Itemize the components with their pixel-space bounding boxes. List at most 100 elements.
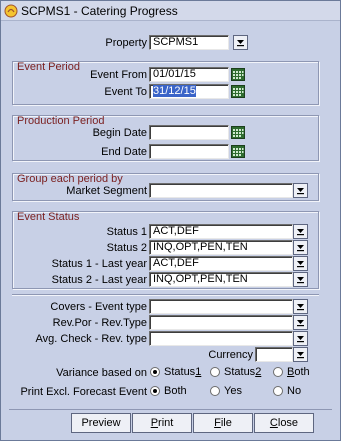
calendar-icon <box>230 126 245 139</box>
market-segment-field[interactable] <box>149 183 293 198</box>
print-button-label: rint <box>158 417 174 429</box>
close-button[interactable]: Close <box>254 413 314 433</box>
currency-lookup-button[interactable] <box>293 347 308 362</box>
event-to-calendar-button[interactable] <box>230 84 245 99</box>
radio-label: Status <box>164 366 196 378</box>
print-button-key: P <box>150 417 159 429</box>
avg-check-rev-type-label: Avg. Check - Rev. type <box>35 333 147 345</box>
download-arrow-icon <box>297 277 304 284</box>
radio-label-key: 1 <box>195 366 202 378</box>
avg-check-rev-type-field[interactable] <box>149 331 293 346</box>
radio-dot-icon <box>150 367 160 377</box>
download-arrow-icon <box>237 40 244 47</box>
file-button[interactable]: File <box>193 413 253 433</box>
begin-date-label: Begin Date <box>92 127 147 139</box>
status2-last-year-label: Status 2 - Last year <box>51 274 147 286</box>
status1-last-year-lookup-button[interactable] <box>293 256 308 271</box>
download-arrow-icon <box>297 261 304 268</box>
radio-label-key: B <box>287 366 295 378</box>
radio-label: Status <box>224 366 256 378</box>
production-period-title: Production Period <box>17 115 105 127</box>
print-button[interactable]: Print <box>132 413 192 433</box>
status1-lookup-button[interactable] <box>293 224 308 239</box>
currency-label: Currency <box>208 349 253 361</box>
avg-check-rev-type-lookup-button[interactable] <box>293 331 308 346</box>
download-arrow-icon <box>297 336 304 343</box>
radio-label: Yes <box>224 385 242 397</box>
variance-status2-radio[interactable]: Status 2 <box>210 366 261 378</box>
preview-button-label: Preview <box>81 417 121 429</box>
property-lookup-button[interactable] <box>233 35 248 50</box>
status2-lookup-button[interactable] <box>293 240 308 255</box>
separator <box>12 294 319 295</box>
status2-label: Status 2 <box>106 242 147 254</box>
print-excl-both-radio[interactable]: Both <box>150 385 187 397</box>
rev-por-rev-type-field[interactable] <box>149 315 293 330</box>
status1-field[interactable]: ACT,DEF <box>149 224 293 239</box>
event-to-field[interactable]: 31/12/15 <box>149 84 229 99</box>
title-bar: SCPMS1 - Catering Progress <box>1 1 340 21</box>
status1-last-year-label: Status 1 - Last year <box>51 258 147 270</box>
covers-event-type-field[interactable] <box>149 299 293 314</box>
property-label: Property <box>105 37 147 49</box>
report-parameters-panel: Property SCPMS1 Event Period Event From … <box>9 23 332 405</box>
radio-dot-icon <box>210 386 220 396</box>
rev-por-rev-type-label: Rev.Por - Rev.Type <box>52 317 147 329</box>
download-arrow-icon <box>297 188 304 195</box>
window-title: SCPMS1 - Catering Progress <box>21 3 178 18</box>
app-icon <box>4 4 18 18</box>
status2-field[interactable]: INQ,OPT,PEN,TEN <box>149 240 293 255</box>
currency-field[interactable] <box>255 347 293 362</box>
radio-label: oth <box>294 366 310 378</box>
button-bar: Preview Print File Close <box>9 409 332 435</box>
covers-event-type-lookup-button[interactable] <box>293 299 308 314</box>
radio-label-key: 2 <box>255 366 262 378</box>
radio-label: No <box>287 385 302 397</box>
download-arrow-icon <box>297 229 304 236</box>
end-date-label: End Date <box>101 146 147 158</box>
radio-label: Both <box>164 385 187 397</box>
event-to-label: Event To <box>104 86 147 98</box>
file-button-label: ile <box>220 417 232 429</box>
begin-date-field[interactable] <box>149 125 229 140</box>
covers-event-type-label: Covers - Event type <box>50 301 147 313</box>
status1-label: Status 1 <box>106 226 147 238</box>
variance-label: Variance based on <box>56 367 147 379</box>
status2-last-year-lookup-button[interactable] <box>293 272 308 287</box>
property-field[interactable]: SCPMS1 <box>149 35 229 50</box>
status2-last-year-field[interactable]: INQ,OPT,PEN,TEN <box>149 272 293 287</box>
status1-last-year-field[interactable]: ACT,DEF <box>149 256 293 271</box>
calendar-icon <box>230 145 245 158</box>
variance-both-radio[interactable]: Both <box>273 366 310 378</box>
radio-dot-icon <box>273 367 283 377</box>
radio-dot-icon <box>150 386 160 396</box>
close-button-label: lose <box>277 417 299 429</box>
print-excl-forecast-label: Print Excl. Forecast Event <box>20 386 147 398</box>
print-excl-no-radio[interactable]: No <box>273 385 301 397</box>
close-button-key: C <box>269 417 278 429</box>
download-arrow-icon <box>297 352 304 359</box>
event-from-calendar-button[interactable] <box>230 67 245 82</box>
market-segment-lookup-button[interactable] <box>293 183 308 198</box>
radio-dot-icon <box>273 386 283 396</box>
event-status-title: Event Status <box>17 211 80 223</box>
end-date-field[interactable] <box>149 144 229 159</box>
variance-status1-radio[interactable]: Status 1 <box>150 366 201 378</box>
market-segment-label: Market Segment <box>66 185 147 197</box>
download-arrow-icon <box>297 320 304 327</box>
preview-button[interactable]: Preview <box>71 413 131 433</box>
begin-date-calendar-button[interactable] <box>230 125 245 140</box>
print-excl-yes-radio[interactable]: Yes <box>210 385 242 397</box>
event-from-label: Event From <box>90 69 147 81</box>
event-from-field[interactable]: 01/01/15 <box>149 67 229 82</box>
file-button-key: F <box>214 417 221 429</box>
rev-por-rev-type-lookup-button[interactable] <box>293 315 308 330</box>
calendar-icon <box>230 68 245 81</box>
end-date-calendar-button[interactable] <box>230 144 245 159</box>
download-arrow-icon <box>297 304 304 311</box>
calendar-icon <box>230 85 245 98</box>
radio-dot-icon <box>210 367 220 377</box>
catering-progress-window: SCPMS1 - Catering Progress Property SCPM… <box>0 0 341 441</box>
download-arrow-icon <box>297 245 304 252</box>
group-period-title: Group each period by <box>17 173 123 185</box>
